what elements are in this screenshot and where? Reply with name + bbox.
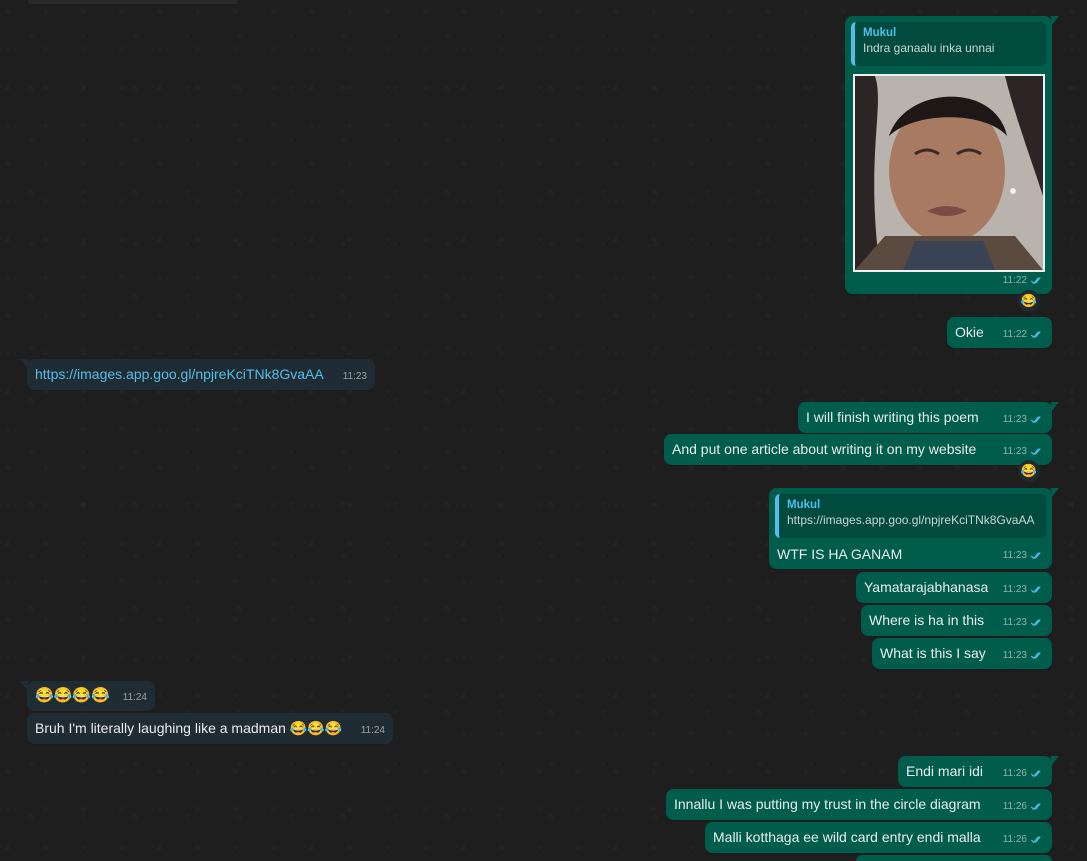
quoted-sender-name: Mukul xyxy=(863,27,897,39)
read-ticks-icon xyxy=(1030,770,1041,778)
message-time: 11:23 xyxy=(1003,442,1044,461)
message-time: 11:23 xyxy=(1003,646,1044,665)
message-bubble[interactable]: What is this I say 11:23 xyxy=(872,638,1052,669)
message-text: Innallu I was putting my trust in the ci… xyxy=(674,796,981,812)
message-time: 11:23 xyxy=(342,371,367,382)
message-image-reply[interactable]: Mukul Indra ganaalu inka unnai 11:22 xyxy=(845,16,1059,294)
message-bubble[interactable]: Okie 11:22 xyxy=(947,317,1052,348)
message-bubble[interactable]: Where is ha in this 11:23 xyxy=(861,605,1052,636)
message-text: Endi mari idi xyxy=(906,763,984,779)
message-bubble-incoming[interactable]: 😂😂😂😂 11:24 xyxy=(20,681,155,711)
message-time: 11:23 xyxy=(1003,410,1044,429)
message-time: 11:24 xyxy=(122,692,147,703)
read-ticks-icon xyxy=(1030,416,1041,424)
message-text: What is this I say xyxy=(880,645,986,661)
reaction-laugh-icon[interactable]: 😂 xyxy=(1018,290,1040,312)
message-text: 😂😂😂😂 xyxy=(35,687,110,704)
quoted-sender-name: Mukul xyxy=(787,499,821,511)
message-time: 11:24 xyxy=(360,725,385,736)
message-link[interactable]: https://images.app.goo.gl/npjreKciTNk8Gv… xyxy=(35,365,324,384)
message-bubble-partial[interactable] xyxy=(856,855,1052,861)
message-time: 11:23 xyxy=(1003,580,1044,599)
message-bubble-incoming[interactable]: Bruh I'm literally laughing like a madma… xyxy=(27,713,393,744)
reaction-laugh-icon[interactable]: 😂 xyxy=(1018,460,1040,482)
message-time: 11:23 xyxy=(1003,546,1044,565)
message-text: And put one article about writing it on … xyxy=(672,441,977,457)
scroll-top-edge xyxy=(28,0,238,4)
message-time: 11:26 xyxy=(1003,764,1044,783)
message-text: Malli kotthaga ee wild card entry endi m… xyxy=(713,829,981,845)
read-ticks-icon xyxy=(1030,803,1041,811)
message-bubble[interactable]: Malli kotthaga ee wild card entry endi m… xyxy=(705,822,1052,853)
message-time: 11:22 xyxy=(1003,271,1044,290)
message-time: 11:26 xyxy=(1003,830,1044,849)
message-text: Bruh I'm literally laughing like a madma… xyxy=(35,720,343,736)
message-text: Okie xyxy=(955,324,984,340)
message-text: Yamatarajabhanasa xyxy=(864,579,989,595)
message-bubble[interactable]: I will finish writing this poem 11:23 xyxy=(798,402,1059,433)
read-ticks-icon xyxy=(1030,448,1041,456)
read-ticks-icon xyxy=(1030,552,1041,560)
message-bubble[interactable]: Innallu I was putting my trust in the ci… xyxy=(666,789,1052,820)
quoted-message[interactable]: Mukul https://images.app.goo.gl/npjreKci… xyxy=(775,494,1046,538)
read-ticks-icon xyxy=(1030,277,1041,285)
message-text: Where is ha in this xyxy=(869,612,985,628)
message-time: 11:23 xyxy=(1003,613,1044,632)
read-ticks-icon xyxy=(1030,331,1041,339)
message-bubble[interactable]: Yamatarajabhanasa 11:23 xyxy=(856,572,1052,603)
message-reply[interactable]: Mukul https://images.app.goo.gl/npjreKci… xyxy=(769,488,1059,569)
message-text: WTF IS HA GANAM xyxy=(777,546,903,562)
message-time: 11:26 xyxy=(1003,797,1044,816)
message-bubble[interactable]: And put one article about writing it on … xyxy=(664,434,1052,465)
message-time: 11:22 xyxy=(1003,325,1044,344)
quoted-text: Indra ganaalu inka unnai xyxy=(863,41,995,55)
message-bubble[interactable]: Endi mari idi 11:26 xyxy=(898,756,1059,787)
read-ticks-icon xyxy=(1030,586,1041,594)
quoted-text: https://images.app.goo.gl/npjreKciTNk8Gv… xyxy=(787,513,1035,527)
message-text: I will finish writing this poem xyxy=(806,409,979,425)
read-ticks-icon xyxy=(1030,836,1041,844)
read-ticks-icon xyxy=(1030,619,1041,627)
message-bubble-incoming[interactable]: https://images.app.goo.gl/npjreKciTNk8Gv… xyxy=(20,359,375,390)
shared-photo[interactable] xyxy=(853,74,1045,272)
quoted-message[interactable]: Mukul Indra ganaalu inka unnai xyxy=(851,22,1046,66)
read-ticks-icon xyxy=(1030,652,1041,660)
